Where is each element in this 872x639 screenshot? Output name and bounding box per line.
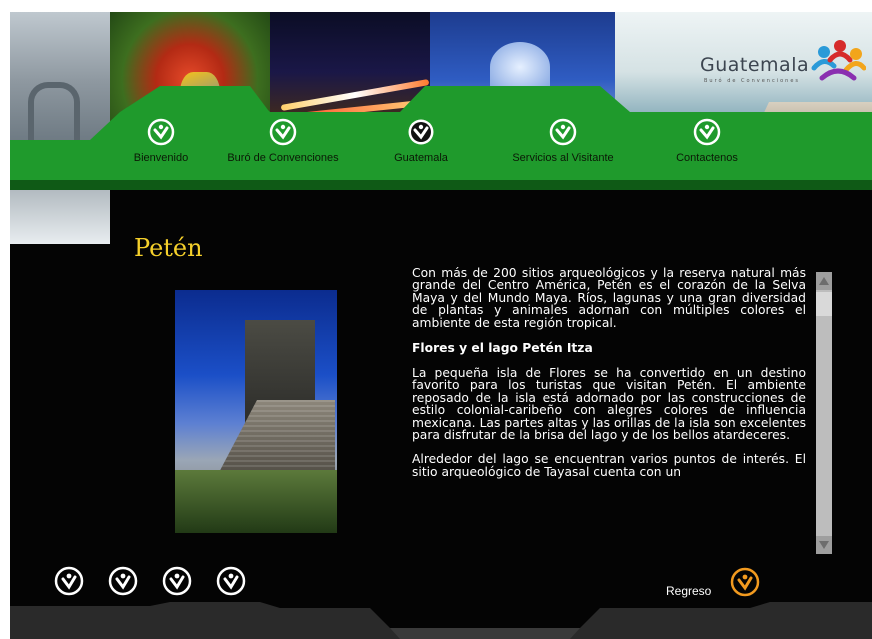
page-title: Petén bbox=[134, 234, 203, 262]
article-text[interactable]: Con más de 200 sitios arqueológicos y la… bbox=[412, 267, 806, 554]
scroll-down-button[interactable] bbox=[816, 536, 832, 554]
nav-item-buro[interactable]: Buró de Convenciones bbox=[208, 118, 358, 164]
temple-photo bbox=[175, 290, 337, 533]
check-circle-icon bbox=[693, 118, 721, 146]
nav-item-guatemala[interactable]: Guatemala bbox=[346, 118, 496, 164]
nav-item-servicios[interactable]: Servicios al Visitante bbox=[488, 118, 638, 164]
check-circle-icon bbox=[549, 118, 577, 146]
nav-label: Buró de Convenciones bbox=[227, 152, 339, 164]
check-circle-active-icon bbox=[408, 119, 434, 145]
article-paragraph: La pequeña isla de Flores se ha converti… bbox=[412, 366, 806, 443]
scroll-thumb[interactable] bbox=[816, 292, 832, 316]
nav-label: Guatemala bbox=[394, 152, 448, 164]
check-circle-icon bbox=[147, 118, 175, 146]
check-circle-icon bbox=[269, 118, 297, 146]
article-scrollbar[interactable] bbox=[816, 272, 832, 554]
page-frame: Guatemala Buró de Convenciones Bienvenid… bbox=[10, 12, 872, 639]
scroll-up-button[interactable] bbox=[816, 272, 832, 290]
article-subheading: Flores y el lago Petén Itza bbox=[412, 341, 593, 356]
gallery-button-1[interactable] bbox=[54, 566, 84, 596]
nav-item-contactenos[interactable]: Contactenos bbox=[632, 118, 782, 164]
back-button[interactable] bbox=[730, 567, 760, 597]
back-link[interactable]: Regreso bbox=[666, 584, 711, 598]
gallery-button-4[interactable] bbox=[216, 566, 246, 596]
gallery-button-2[interactable] bbox=[108, 566, 138, 596]
nav-label: Contactenos bbox=[676, 152, 738, 164]
article-paragraph: Alrededor del lago se encuentran varios … bbox=[412, 452, 806, 479]
arrow-down-icon bbox=[819, 541, 829, 549]
article-paragraph: Con más de 200 sitios arqueológicos y la… bbox=[412, 267, 806, 330]
footer-band bbox=[10, 602, 872, 639]
gallery-button-3[interactable] bbox=[162, 566, 192, 596]
nav-label: Servicios al Visitante bbox=[512, 152, 614, 164]
arrow-up-icon bbox=[819, 277, 829, 285]
